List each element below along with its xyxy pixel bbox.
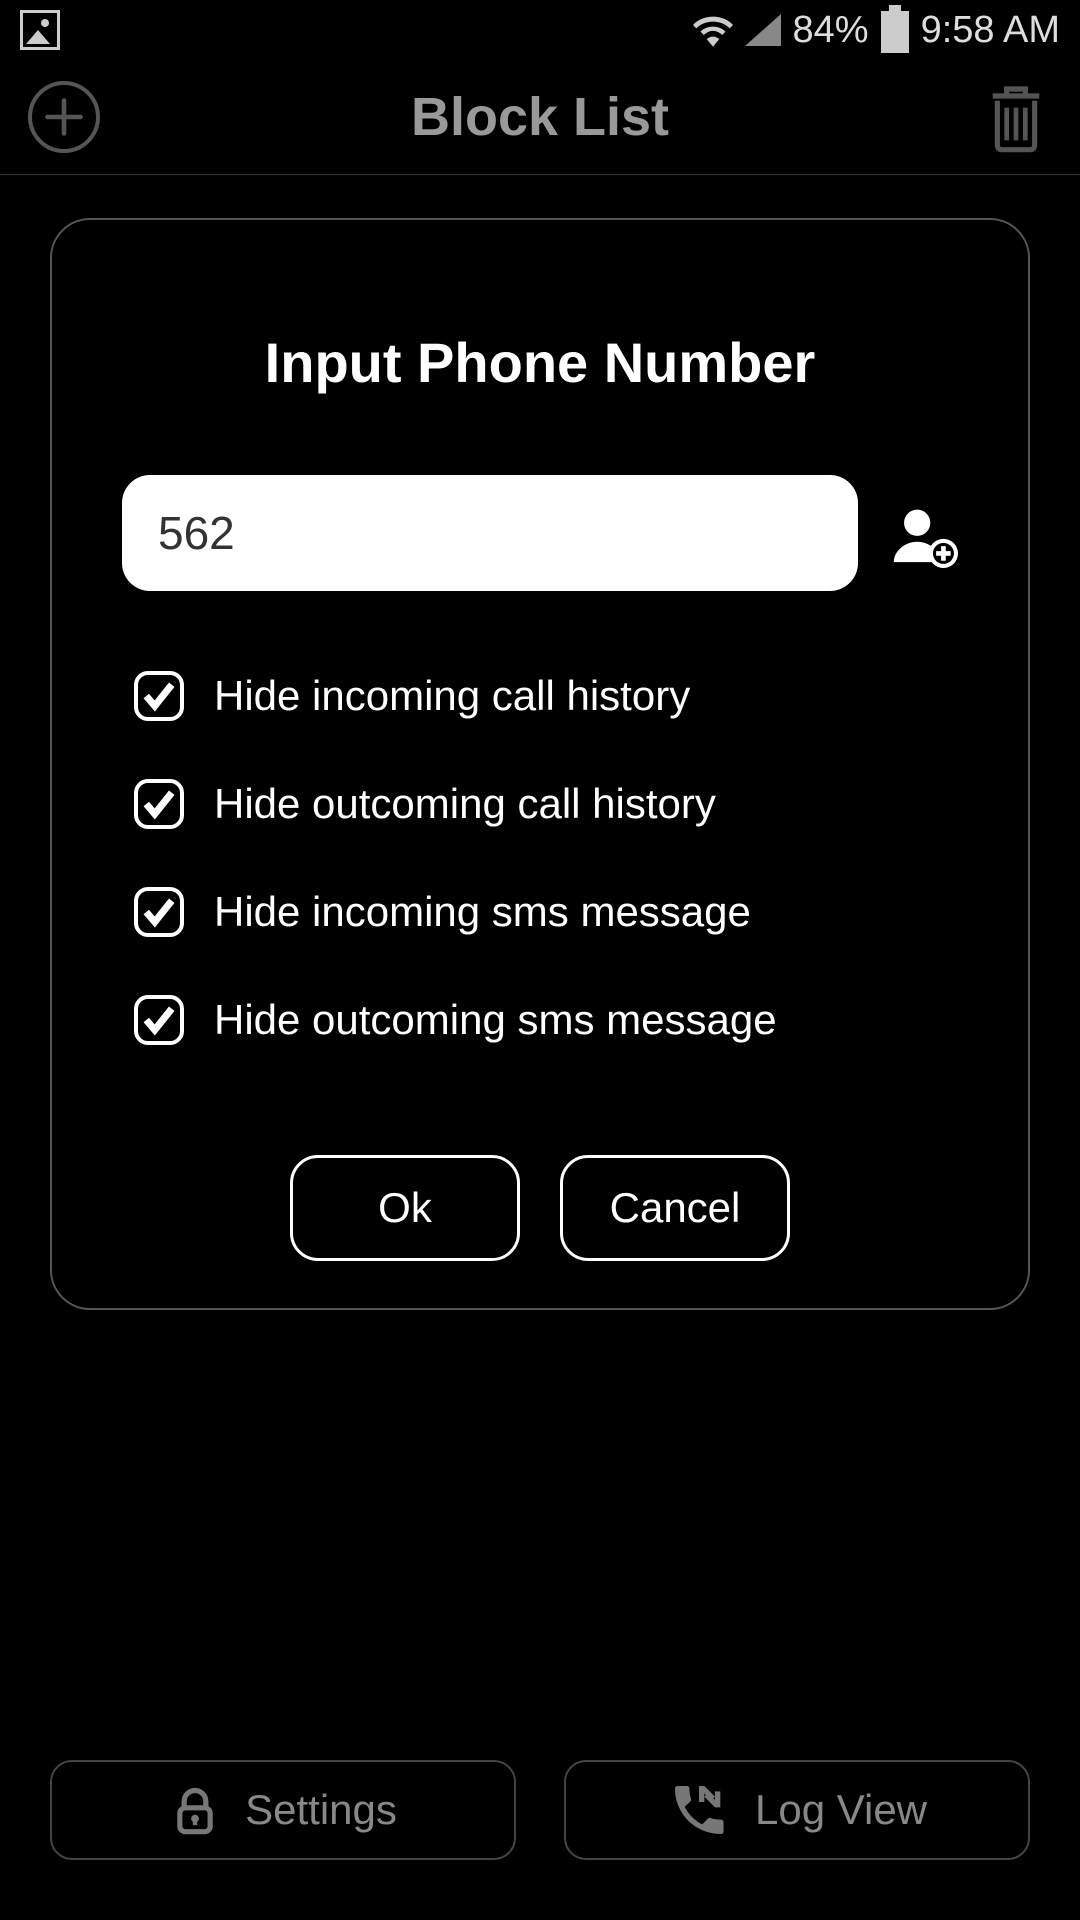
cancel-button[interactable]: Cancel — [560, 1155, 790, 1261]
checkbox-icon — [134, 671, 184, 721]
dialog-title: Input Phone Number — [122, 330, 958, 395]
status-bar: 84% 9:58 AM — [0, 0, 1080, 60]
bottom-button-row: Settings Log View — [50, 1760, 1030, 1860]
option-label: Hide outcoming sms message — [214, 996, 777, 1044]
logview-label: Log View — [755, 1786, 927, 1834]
signal-icon — [745, 14, 781, 46]
status-left — [20, 10, 60, 50]
option-hide-incoming-sms[interactable]: Hide incoming sms message — [134, 887, 958, 937]
battery-icon — [881, 11, 909, 53]
checkbox-icon — [134, 995, 184, 1045]
trash-icon — [988, 81, 1044, 153]
option-hide-outgoing-sms[interactable]: Hide outcoming sms message — [134, 995, 958, 1045]
option-label: Hide incoming call history — [214, 672, 690, 720]
option-label: Hide outcoming call history — [214, 780, 716, 828]
options-list: Hide incoming call history Hide outcomin… — [122, 671, 958, 1045]
ok-button[interactable]: Ok — [290, 1155, 520, 1261]
lock-icon — [169, 1784, 221, 1836]
logview-button[interactable]: Log View — [564, 1760, 1030, 1860]
wifi-icon — [693, 10, 733, 50]
picture-icon — [20, 10, 60, 50]
battery-pct: 84% — [793, 9, 869, 52]
page-title: Block List — [411, 86, 669, 148]
delete-button[interactable] — [980, 81, 1052, 153]
dialog-button-row: Ok Cancel — [122, 1155, 958, 1261]
app-header: Block List — [0, 60, 1080, 175]
checkbox-icon — [134, 887, 184, 937]
person-add-icon — [888, 498, 958, 568]
status-right: 84% 9:58 AM — [693, 7, 1060, 53]
phone-input[interactable] — [122, 475, 858, 591]
plus-icon — [42, 95, 86, 139]
option-hide-outgoing-call[interactable]: Hide outcoming call history — [134, 779, 958, 829]
checkbox-icon — [134, 779, 184, 829]
settings-label: Settings — [245, 1786, 397, 1834]
phone-input-row — [122, 475, 958, 591]
add-button[interactable] — [28, 81, 100, 153]
add-contact-button[interactable] — [888, 498, 958, 568]
option-hide-incoming-call[interactable]: Hide incoming call history — [134, 671, 958, 721]
option-label: Hide incoming sms message — [214, 888, 751, 936]
settings-button[interactable]: Settings — [50, 1760, 516, 1860]
input-phone-dialog: Input Phone Number Hide incoming call hi… — [50, 218, 1030, 1310]
status-time: 9:58 AM — [921, 9, 1060, 52]
call-log-icon — [667, 1778, 731, 1842]
